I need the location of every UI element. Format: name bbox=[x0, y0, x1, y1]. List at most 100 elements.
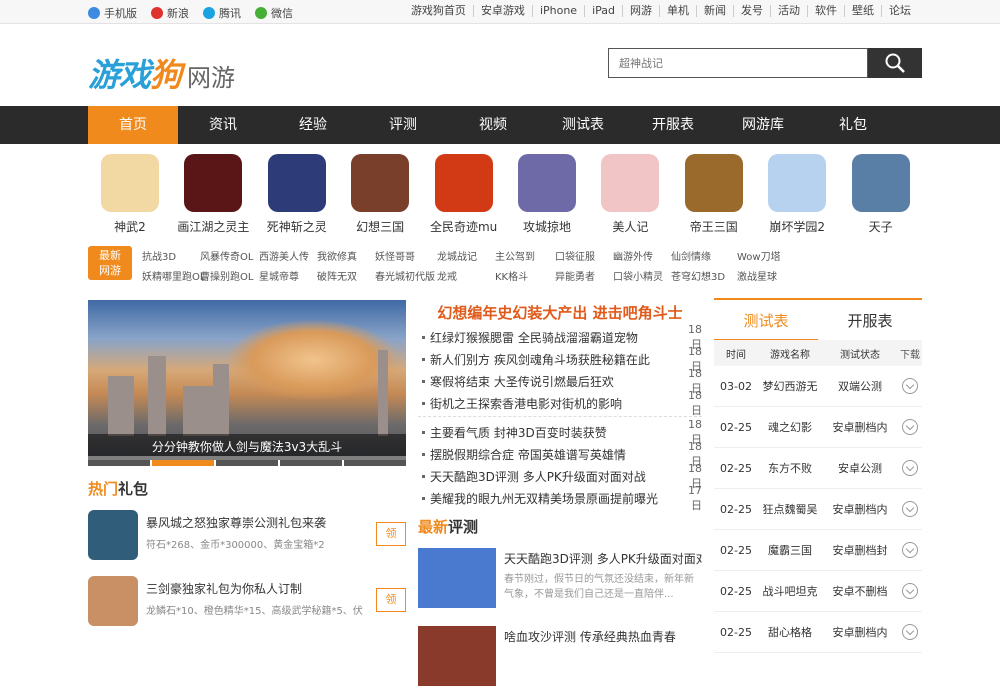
game-item[interactable]: 攻城掠地 bbox=[505, 154, 589, 235]
game-item[interactable]: 崩坏学园2 bbox=[755, 154, 839, 235]
newest-game-link[interactable]: 异能勇者 bbox=[555, 268, 613, 283]
review-title[interactable]: 天天酷跑3D评测 多人PK升级面对面对 bbox=[504, 550, 702, 567]
review-thumbnail[interactable] bbox=[418, 626, 496, 686]
newest-game-link[interactable]: 风暴传奇OL bbox=[200, 248, 259, 263]
slider-caption[interactable]: 分分钟教你做人剑与魔法3v3大乱斗 bbox=[88, 434, 406, 460]
download-icon[interactable] bbox=[902, 378, 918, 394]
newest-game-link[interactable]: 幽游外传 bbox=[613, 248, 671, 263]
slider-dot[interactable] bbox=[280, 460, 342, 466]
gift-title[interactable]: 三剑豪独家礼包为你私人订制 bbox=[146, 580, 302, 597]
news-title[interactable]: 天天酷跑3D评测 多人PK升级面对面对战 bbox=[430, 468, 678, 485]
news-title[interactable]: 美耀我的眼九州无双精美场景原画提前曝光 bbox=[430, 490, 678, 507]
newest-game-link[interactable]: 破阵无双 bbox=[317, 268, 375, 283]
top-nav-link[interactable]: 论坛 bbox=[881, 5, 918, 17]
news-title[interactable]: 新人们别方 疾风剑魂角斗场获胜秘籍在此 bbox=[430, 351, 678, 368]
top-nav-link[interactable]: 发号 bbox=[733, 5, 770, 17]
slider-dot[interactable] bbox=[152, 460, 214, 466]
newest-game-link[interactable]: 曹操别跑OL bbox=[200, 268, 259, 283]
newest-game-link[interactable]: 仙剑情缘 bbox=[671, 248, 737, 263]
schedule-game-name[interactable]: 战斗吧坦克 bbox=[758, 583, 822, 599]
nav-tab[interactable]: 网游库 bbox=[718, 106, 808, 144]
top-nav-link[interactable]: 新闻 bbox=[696, 5, 733, 17]
top-nav-link[interactable]: 安卓游戏 bbox=[472, 5, 532, 17]
newest-game-link[interactable]: KK格斗 bbox=[495, 268, 555, 283]
top-nav-link[interactable]: iPad bbox=[584, 5, 622, 17]
top-link-phone[interactable]: 手机版 bbox=[88, 5, 137, 21]
game-item[interactable]: 神武2 bbox=[88, 154, 172, 235]
search-button[interactable] bbox=[868, 48, 922, 78]
schedule-game-name[interactable]: 魔霸三国 bbox=[758, 542, 822, 558]
newest-game-link[interactable]: 口袋小精灵 bbox=[613, 268, 671, 283]
schedule-game-name[interactable]: 狂点魏蜀吴 bbox=[758, 501, 822, 517]
slider-dot[interactable] bbox=[88, 460, 150, 466]
newest-game-link[interactable]: 妖怪哥哥 bbox=[375, 248, 437, 263]
newest-game-link[interactable]: 抗战3D bbox=[142, 248, 200, 263]
newest-game-link[interactable]: Wow刀塔 bbox=[737, 248, 793, 263]
nav-tab[interactable]: 测试表 bbox=[538, 106, 628, 144]
top-link-weibo[interactable]: 新浪 bbox=[151, 5, 189, 21]
nav-tab[interactable]: 资讯 bbox=[178, 106, 268, 144]
schedule-game-name[interactable]: 甜心格格 bbox=[758, 624, 822, 640]
news-item[interactable]: 摆脱假期综合症 帝国英雄谱写英雄情 18日 bbox=[418, 440, 702, 468]
site-logo[interactable]: 游戏狗 网游 bbox=[88, 50, 235, 96]
newest-game-link[interactable]: 苍穹幻想3D bbox=[671, 268, 737, 283]
news-title[interactable]: 街机之王探索香港电影对街机的影响 bbox=[430, 395, 678, 412]
headline-link[interactable]: 幻想编年史幻装大产出 进击吧角斗士 bbox=[418, 302, 702, 323]
slider-dot[interactable] bbox=[216, 460, 278, 466]
nav-tab[interactable]: 视频 bbox=[448, 106, 538, 144]
newest-game-link[interactable]: 星城帝尊 bbox=[259, 268, 317, 283]
nav-tab[interactable]: 评测 bbox=[358, 106, 448, 144]
claim-gift-button[interactable]: 领 bbox=[376, 588, 406, 612]
newest-game-link[interactable]: 激战星球 bbox=[737, 268, 793, 283]
top-nav-link[interactable]: 壁纸 bbox=[844, 5, 881, 17]
newest-game-link[interactable]: 我欲修真 bbox=[317, 248, 375, 263]
newest-game-link[interactable]: 龙戒 bbox=[437, 268, 495, 283]
top-nav-link[interactable]: 网游 bbox=[622, 5, 659, 17]
newest-game-link[interactable]: 口袋征服 bbox=[555, 248, 613, 263]
news-item[interactable]: 街机之王探索香港电影对街机的影响 18日 bbox=[418, 389, 702, 417]
download-icon[interactable] bbox=[902, 542, 918, 558]
nav-tab[interactable]: 首页 bbox=[88, 106, 178, 144]
game-item[interactable]: 天子 bbox=[839, 154, 923, 235]
featured-slider[interactable]: 分分钟教你做人剑与魔法3v3大乱斗 bbox=[88, 300, 406, 466]
news-title[interactable]: 红绿灯猴猴腮雷 全民骑战溜溜霸道宠物 bbox=[430, 329, 678, 346]
top-nav-link[interactable]: 单机 bbox=[659, 5, 696, 17]
review-thumbnail[interactable] bbox=[418, 548, 496, 608]
news-title[interactable]: 寒假将结束 大圣传说引燃最后狂欢 bbox=[430, 373, 678, 390]
gift-title[interactable]: 暴风城之怒独家尊崇公测礼包来袭 bbox=[146, 514, 326, 531]
download-icon[interactable] bbox=[902, 419, 918, 435]
download-icon[interactable] bbox=[902, 583, 918, 599]
news-item[interactable]: 天天酷跑3D评测 多人PK升级面对面对战 18日 bbox=[418, 462, 702, 490]
news-title[interactable]: 主要看气质 封神3D百变时装获赞 bbox=[430, 424, 678, 441]
nav-tab[interactable]: 开服表 bbox=[628, 106, 718, 144]
news-item[interactable]: 主要看气质 封神3D百变时装获赞 18日 bbox=[418, 418, 702, 446]
top-nav-link[interactable]: iPhone bbox=[531, 5, 584, 17]
schedule-game-name[interactable]: 魂之幻影 bbox=[758, 419, 822, 435]
newest-game-link[interactable]: 春光城初代版 bbox=[375, 268, 437, 283]
nav-tab[interactable]: 经验 bbox=[268, 106, 358, 144]
gift-thumbnail[interactable] bbox=[88, 576, 138, 626]
top-nav-link[interactable]: 活动 bbox=[770, 5, 807, 17]
download-icon[interactable] bbox=[902, 460, 918, 476]
top-nav-link[interactable]: 游戏狗首页 bbox=[404, 5, 473, 17]
claim-gift-button[interactable]: 领 bbox=[376, 522, 406, 546]
game-item[interactable]: 帝王三国 bbox=[672, 154, 756, 235]
game-item[interactable]: 幻想三国 bbox=[338, 154, 422, 235]
news-item[interactable]: 寒假将结束 大圣传说引燃最后狂欢 18日 bbox=[418, 367, 702, 395]
newest-game-link[interactable]: 西游美人传 bbox=[259, 248, 317, 263]
game-item[interactable]: 全民奇迹mu bbox=[422, 154, 506, 235]
download-icon[interactable] bbox=[902, 624, 918, 640]
news-item[interactable]: 美耀我的眼九州无双精美场景原画提前曝光 17日 bbox=[418, 484, 702, 512]
tab-test-table[interactable]: 测试表 bbox=[714, 300, 818, 340]
schedule-game-name[interactable]: 东方不败 bbox=[758, 460, 822, 476]
newest-game-link[interactable]: 妖精哪里跑OL bbox=[142, 268, 205, 283]
news-item[interactable]: 红绿灯猴猴腮雷 全民骑战溜溜霸道宠物 18日 bbox=[418, 323, 702, 351]
top-link-wechat[interactable]: 微信 bbox=[255, 5, 293, 21]
newest-game-link[interactable]: 主公驾到 bbox=[495, 248, 555, 263]
search-input[interactable] bbox=[608, 48, 868, 78]
nav-tab[interactable]: 礼包 bbox=[808, 106, 898, 144]
top-link-tencent[interactable]: 腾讯 bbox=[203, 5, 241, 21]
news-title[interactable]: 摆脱假期综合症 帝国英雄谱写英雄情 bbox=[430, 446, 678, 463]
news-item[interactable]: 新人们别方 疾风剑魂角斗场获胜秘籍在此 18日 bbox=[418, 345, 702, 373]
top-nav-link[interactable]: 软件 bbox=[807, 5, 844, 17]
